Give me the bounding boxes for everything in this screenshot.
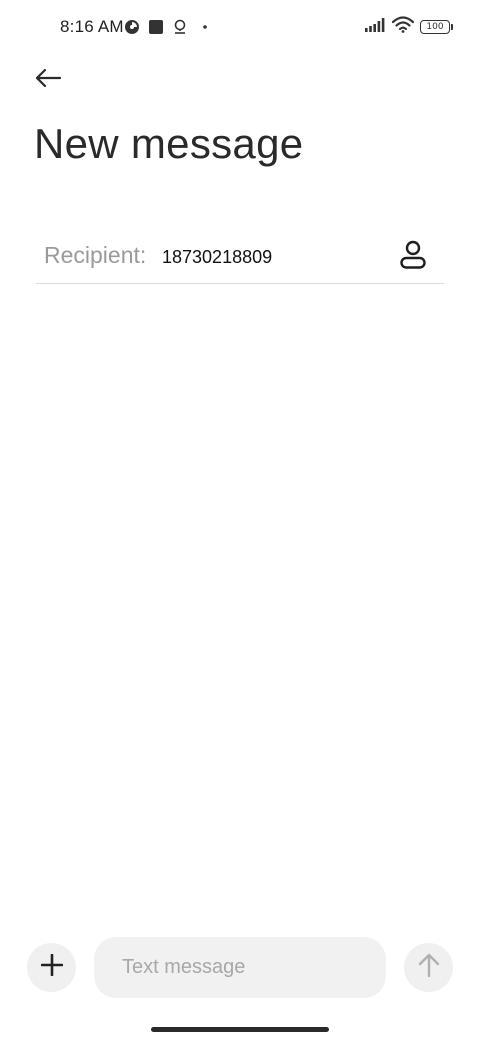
timer-icon	[124, 19, 140, 35]
arrow-left-icon	[34, 67, 62, 94]
status-bar: 8:16 AM 100	[0, 0, 480, 56]
location-icon	[172, 19, 188, 35]
battery-level: 100	[426, 21, 444, 32]
page-title: New message	[34, 120, 304, 167]
dot-icon	[202, 24, 208, 30]
status-left-icons	[124, 18, 208, 36]
arrow-up-icon	[418, 952, 440, 983]
square-icon	[148, 19, 164, 35]
contact-picker-button[interactable]	[394, 238, 432, 276]
attach-button[interactable]	[27, 943, 76, 992]
status-time: 8:16 AM	[60, 17, 124, 36]
home-indicator[interactable]	[151, 1027, 329, 1032]
recipient-input[interactable]	[162, 242, 382, 272]
wifi-icon	[391, 16, 415, 38]
message-input[interactable]	[94, 937, 386, 998]
signal-icon	[364, 17, 386, 38]
battery-icon: 100	[420, 20, 453, 34]
recipient-label: Recipient:	[44, 242, 147, 268]
plus-icon	[40, 953, 63, 981]
send-button[interactable]	[404, 943, 453, 992]
recipient-row: Recipient:	[36, 228, 444, 284]
back-button[interactable]	[28, 62, 68, 98]
status-right-icons: 100	[364, 16, 453, 38]
person-icon	[399, 240, 427, 275]
